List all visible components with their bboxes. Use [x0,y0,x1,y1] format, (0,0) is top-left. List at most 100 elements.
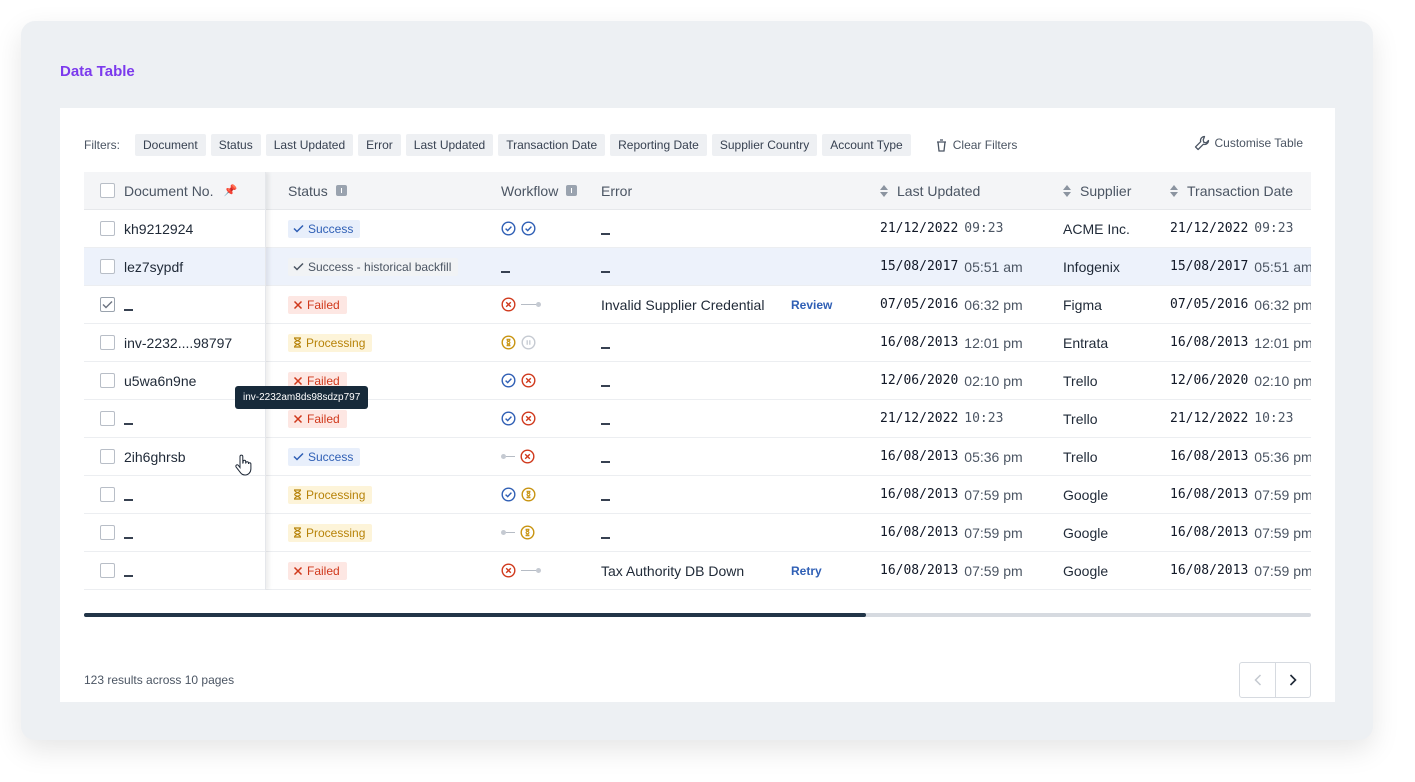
column-header-workflow[interactable]: Workflow [501,172,578,209]
row-checkbox[interactable] [100,259,115,274]
filter-chip-error[interactable]: Error [358,134,401,156]
chevron-right-icon [1289,674,1297,686]
next-page-button[interactable] [1275,663,1310,697]
row-checkbox[interactable] [100,487,115,502]
sort-icon[interactable] [1063,184,1071,197]
info-icon[interactable] [335,185,347,196]
row-checkbox[interactable] [100,373,115,388]
filter-chip-reporting-date[interactable]: Reporting Date [610,134,707,156]
x-icon[interactable] [501,297,516,312]
column-header-transaction-date[interactable]: Transaction Date [1170,172,1293,209]
filter-chip-document[interactable]: Document [135,134,206,156]
status-label: Processing [306,487,366,502]
time-value: 09:23 [1254,221,1294,236]
column-header-supplier[interactable]: Supplier [1063,172,1131,209]
retry-link[interactable]: Retry [791,564,822,578]
column-label: Transaction Date [1187,182,1294,199]
scrollbar-thumb[interactable] [84,613,866,617]
column-label: Workflow [501,182,559,199]
pause-icon[interactable] [521,335,536,350]
table-row[interactable]: Processing 16/08/2013 07:59 pm Google 16/08/… [84,476,1311,514]
sort-icon[interactable] [880,184,888,197]
row-checkbox[interactable] [100,335,115,350]
error-action-cell: Review [791,286,832,323]
supplier-name: Google [1063,486,1109,503]
workflow-steps [501,373,536,388]
customise-table-label: Customise Table [1214,136,1304,150]
status-cell: Processing [288,514,373,551]
hourglass-icon[interactable] [521,487,536,502]
empty-value [601,270,610,273]
hourglass-icon [293,527,306,538]
date-value: 16/08/2013 [1170,335,1249,350]
status-label: Processing [306,335,366,350]
error-cell [601,438,871,475]
page-title: Data Table [60,63,135,80]
row-checkbox[interactable] [100,221,115,236]
empty-value [124,308,133,311]
horizontal-scrollbar[interactable] [84,613,1311,617]
filter-chip-status[interactable]: Status [210,134,261,156]
x-icon[interactable] [501,563,516,578]
empty-value [124,536,133,539]
filter-chip-transaction-date[interactable]: Transaction Date [498,134,606,156]
table-row[interactable]: Failed Invalid Supplier Credential Review 0… [84,286,1311,324]
error-cell [601,400,871,437]
error-cell [601,362,871,399]
check-icon[interactable] [501,221,516,236]
filter-chip-account-type[interactable]: Account Type [822,134,911,156]
tooltip: inv-2232am8ds98sdzp797 [235,386,369,409]
document-number-cell: inv-2232....98797 [124,324,264,361]
column-header-document[interactable]: Document No. 📌 [124,172,264,209]
table-row[interactable]: Failed Tax Authority DB Down Retry 16/08/20… [84,552,1311,590]
row-checkbox[interactable] [100,449,115,464]
table-row[interactable]: inv-2232....98797 Processing 16/08/2013 12:… [84,324,1311,362]
row-checkbox[interactable] [100,411,115,426]
row-checkbox[interactable] [100,525,115,540]
row-checkbox[interactable] [100,297,115,312]
customise-table-button[interactable]: Customise Table [1194,135,1304,151]
column-header-last-updated[interactable]: Last Updated [880,172,980,209]
filter-chip-supplier-country[interactable]: Supplier Country [711,134,818,156]
clear-filters-button[interactable]: Clear Filters [936,138,1017,152]
workflow-steps [501,449,535,464]
status-badge: Success [288,219,361,238]
table-row[interactable]: kh9212924 Success 21/12/2022 09:23 ACME Inc.… [84,210,1311,248]
status-cell: Processing [288,476,373,513]
select-all-checkbox[interactable] [100,183,115,198]
x-icon[interactable] [521,373,536,388]
status-badge: Processing [288,485,373,504]
column-header-status[interactable]: Status [288,172,347,209]
transaction-date-cell: 21/12/2022 09:23 [1170,210,1293,247]
check-icon[interactable] [501,487,516,502]
review-link[interactable]: Review [791,298,832,312]
error-cell [601,476,871,513]
date-value: 16/08/2013 [880,563,959,578]
filter-chip-last-updated[interactable]: Last Updated [265,134,354,156]
supplier-name: Trello [1063,372,1098,389]
empty-value [601,232,610,235]
column-header-error[interactable]: Error [601,172,871,209]
previous-page-button[interactable] [1240,663,1275,697]
table-row[interactable]: lez7sypdf Success - historical backfill 15… [84,248,1311,286]
x-icon[interactable] [520,449,535,464]
check-icon[interactable] [501,373,516,388]
status-label: Failed [307,563,340,578]
table-row[interactable]: Processing 16/08/2013 07:59 pm Google 16/08/… [84,514,1311,552]
hourglass-icon[interactable] [520,525,535,540]
info-icon[interactable] [566,185,578,196]
pin-icon[interactable]: 📌 [223,184,237,197]
last-updated-cell: 12/06/2020 02:10 pm [880,362,1023,399]
filter-chip-last-updated-2[interactable]: Last Updated [405,134,494,156]
x-icon[interactable] [521,411,536,426]
row-checkbox[interactable] [100,563,115,578]
last-updated-cell: 16/08/2013 12:01 pm [880,324,1023,361]
empty-value [601,460,610,463]
workflow-cell [501,514,535,551]
check-icon[interactable] [521,221,536,236]
table-row[interactable]: 2ih6ghrsb Success 16/08/2013 05:36 pm Trello… [84,438,1311,476]
hourglass-icon[interactable] [501,335,516,350]
check-icon[interactable] [501,411,516,426]
supplier-name: Google [1063,562,1109,579]
sort-icon[interactable] [1170,184,1178,197]
